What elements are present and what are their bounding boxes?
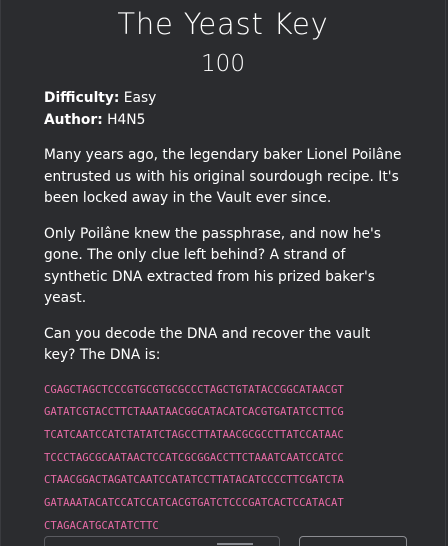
dna-line: CGAGCTAGCTCCCGTGCGTGCGCCCTAGCTGTATACCGGC… — [44, 383, 344, 396]
challenge-panel: The Yeast Key 100 Difficulty: Easy Autho… — [0, 0, 446, 546]
challenge-description: Difficulty: Easy Author: H4N5 Many years… — [44, 88, 404, 537]
difficulty-value: Easy — [123, 90, 157, 106]
challenge-title: The Yeast Key — [117, 7, 329, 41]
dna-line: TCATCAATCCATCTATATCTAGCCTTATAACGCGCCTTAT… — [44, 428, 344, 441]
description-paragraph: Can you decode the DNA and recover the v… — [44, 325, 371, 364]
difficulty-line: Difficulty: Easy — [44, 88, 404, 110]
description-paragraph: Many years ago, the legendary baker Lion… — [44, 147, 402, 206]
dna-sequence: CGAGCTAGCTCCCGTGCGTGCGCCCTAGCTGTATACCGGC… — [44, 379, 404, 538]
dna-line: GATATCGTACCTTCTAAATAACGGCATACATCACGTGATA… — [44, 406, 344, 419]
dna-line: CTAGACATGCATATCTTC — [44, 519, 159, 532]
dna-line: CTAACGGACTAGATCAATCCATATCCTTATACATCCCCTT… — [44, 474, 344, 487]
dna-line: GATAAATACATCCATCCATCACGTGATCTCCCGATCACTC… — [44, 497, 344, 510]
author-label: Author: — [44, 111, 103, 128]
submit-button[interactable] — [299, 536, 407, 546]
author-line: Author: H4N5 — [44, 110, 404, 132]
input-handle — [217, 543, 253, 545]
description-paragraph: Only Poilâne knew the passphrase, and no… — [44, 225, 381, 307]
difficulty-label: Difficulty: — [44, 90, 120, 106]
flag-input[interactable] — [44, 536, 280, 546]
dna-line: TCCCTAGCGCAATAACTCCATCGCGGACCTTCTAAATCAA… — [44, 451, 344, 464]
challenge-points: 100 — [201, 51, 245, 77]
author-value: H4N5 — [107, 111, 146, 128]
